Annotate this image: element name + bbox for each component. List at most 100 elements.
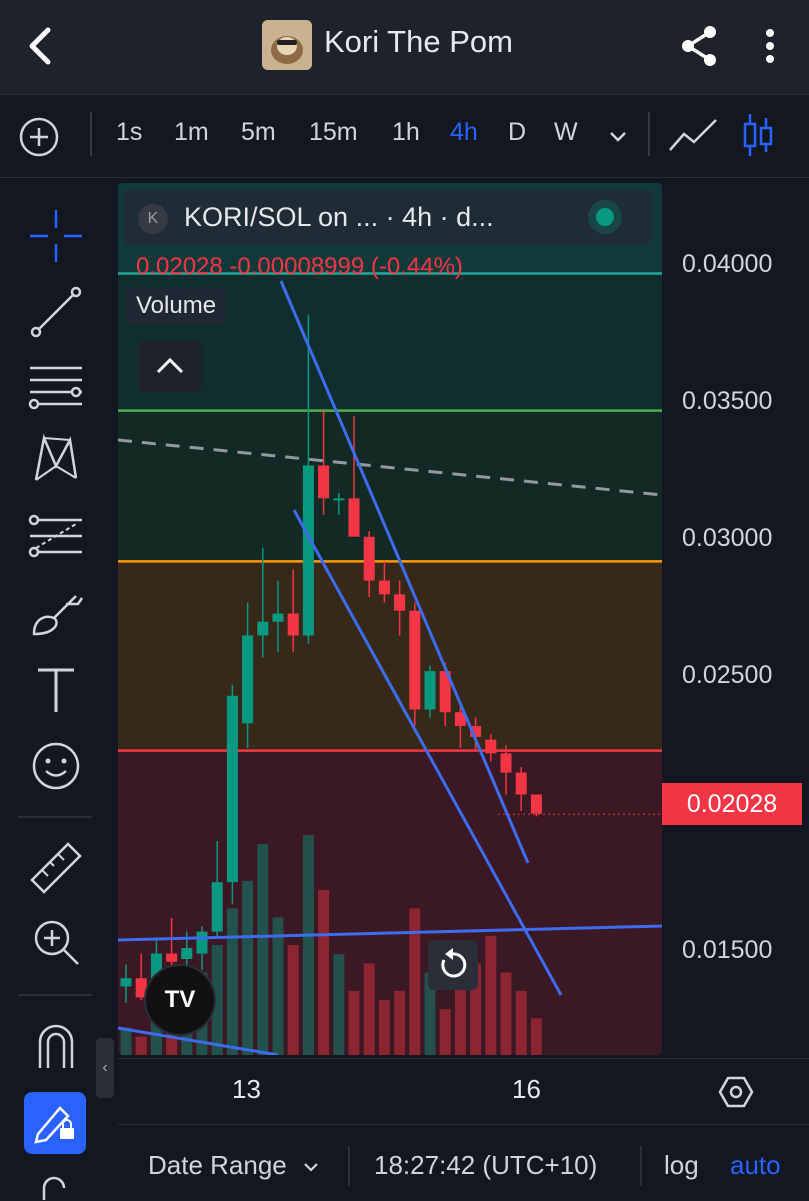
volume-bar bbox=[500, 972, 512, 1055]
chart-settings-icon[interactable] bbox=[718, 1074, 754, 1110]
current-price-label: 0.02028 bbox=[662, 783, 802, 825]
lock-drawings-button[interactable] bbox=[24, 1092, 86, 1154]
chevron-down-icon bbox=[304, 1163, 318, 1172]
auto-scale-toggle[interactable]: auto bbox=[730, 1150, 781, 1181]
candle-body bbox=[409, 610, 421, 710]
projection-icon[interactable] bbox=[26, 506, 86, 566]
candle-body bbox=[500, 753, 512, 773]
candle-body bbox=[211, 882, 223, 932]
timezone-clock[interactable]: 18:27:42 (UTC+10) bbox=[374, 1150, 597, 1181]
magnet-icon[interactable] bbox=[26, 1016, 86, 1076]
add-indicator-icon[interactable] bbox=[18, 116, 60, 158]
timeframe-w[interactable]: W bbox=[554, 118, 578, 147]
candle-body bbox=[272, 613, 284, 622]
reset-chart-button[interactable] bbox=[428, 940, 478, 990]
zoom-in-icon[interactable] bbox=[26, 912, 86, 972]
volume-bar bbox=[242, 880, 254, 1055]
volume-bar bbox=[257, 844, 269, 1055]
candle-body bbox=[485, 739, 497, 754]
candle-body bbox=[333, 498, 345, 501]
volume-bar bbox=[394, 990, 406, 1055]
divider bbox=[90, 112, 92, 156]
candle-body bbox=[363, 536, 375, 581]
volume-bar bbox=[135, 1036, 147, 1055]
market-status-dot bbox=[596, 208, 614, 226]
volume-bar bbox=[454, 981, 466, 1055]
volume-bar bbox=[287, 945, 299, 1055]
text-tool-icon[interactable] bbox=[26, 660, 86, 720]
candle-body bbox=[348, 498, 360, 537]
candle-body bbox=[242, 635, 254, 724]
back-icon[interactable] bbox=[18, 22, 66, 70]
candle-body bbox=[257, 621, 269, 636]
fib-zone bbox=[118, 561, 662, 751]
candle-body bbox=[166, 953, 178, 962]
volume-bar bbox=[515, 990, 527, 1055]
tradingview-logo[interactable]: TV bbox=[144, 964, 216, 1036]
price-tick: 0.02500 bbox=[682, 661, 773, 689]
volume-bar bbox=[318, 890, 330, 1055]
volume-indicator-label[interactable]: Volume bbox=[126, 288, 227, 324]
candle-body bbox=[394, 594, 406, 611]
timeframe-15m[interactable]: 15m bbox=[309, 118, 358, 147]
more-options-icon[interactable] bbox=[752, 22, 788, 70]
share-icon[interactable] bbox=[676, 22, 724, 70]
date-range-button[interactable]: Date Range bbox=[148, 1150, 320, 1181]
candle-body bbox=[424, 671, 436, 710]
toolbar-collapse-handle[interactable]: ‹ bbox=[96, 1038, 114, 1098]
volume-bar bbox=[439, 1009, 451, 1055]
collapse-legend-button[interactable] bbox=[138, 340, 202, 392]
timeframe-1m[interactable]: 1m bbox=[174, 118, 209, 147]
timeframe-5m[interactable]: 5m bbox=[241, 118, 276, 147]
volume-bar bbox=[530, 1018, 542, 1055]
divider bbox=[648, 112, 650, 156]
timeframe-1s[interactable]: 1s bbox=[116, 118, 142, 147]
volume-bar bbox=[378, 1000, 390, 1055]
candle-body bbox=[226, 695, 238, 883]
timeframe-1h[interactable]: 1h bbox=[392, 118, 420, 147]
symbol-title: KORI/SOL on ... · 4h · d... bbox=[184, 202, 494, 232]
volume-bar bbox=[302, 835, 314, 1055]
volume-bar bbox=[333, 954, 345, 1055]
time-axis[interactable] bbox=[118, 1058, 809, 1123]
divider bbox=[640, 1146, 642, 1186]
candle-body bbox=[196, 931, 208, 954]
candle-body bbox=[530, 794, 542, 814]
refresh-icon bbox=[441, 948, 467, 978]
horizontal-lines-icon[interactable] bbox=[26, 356, 86, 416]
divider bbox=[18, 994, 92, 996]
candle-body bbox=[515, 772, 527, 795]
candle-chart-icon[interactable] bbox=[740, 112, 776, 158]
volume-bar bbox=[363, 963, 375, 1055]
timeframe-4h[interactable]: 4h bbox=[450, 118, 478, 147]
date-range-label: Date Range bbox=[148, 1150, 287, 1180]
volume-bar bbox=[272, 917, 284, 1055]
candle-body bbox=[302, 465, 314, 636]
candle-body bbox=[287, 613, 299, 636]
volume-bar bbox=[485, 935, 497, 1055]
crosshair-icon[interactable] bbox=[26, 206, 86, 266]
unlock-icon[interactable] bbox=[36, 1176, 74, 1200]
log-scale-toggle[interactable]: log bbox=[664, 1150, 699, 1181]
price-tick: 0.01500 bbox=[682, 936, 773, 964]
chevron-down-icon[interactable] bbox=[606, 124, 630, 148]
symbol-logo: K bbox=[138, 204, 168, 234]
chevron-up-icon bbox=[156, 357, 184, 374]
candle-body bbox=[181, 948, 193, 960]
trend-line-icon[interactable] bbox=[26, 282, 86, 342]
token-avatar bbox=[262, 20, 312, 70]
volume-bar bbox=[348, 990, 360, 1055]
price-axis[interactable] bbox=[662, 183, 809, 1055]
volume-bar bbox=[120, 1027, 132, 1055]
pattern-icon[interactable] bbox=[26, 430, 86, 490]
emoji-icon[interactable] bbox=[26, 736, 86, 796]
ruler-icon[interactable] bbox=[26, 838, 86, 898]
candle-body bbox=[378, 580, 390, 595]
page-title: Kori The Pom bbox=[324, 24, 513, 59]
brush-icon[interactable] bbox=[26, 584, 86, 644]
candle-body bbox=[120, 978, 132, 987]
timeframe-d[interactable]: D bbox=[508, 118, 526, 147]
line-chart-icon[interactable] bbox=[668, 116, 720, 156]
volume-bar bbox=[226, 908, 238, 1055]
volume-bar bbox=[409, 908, 421, 1055]
